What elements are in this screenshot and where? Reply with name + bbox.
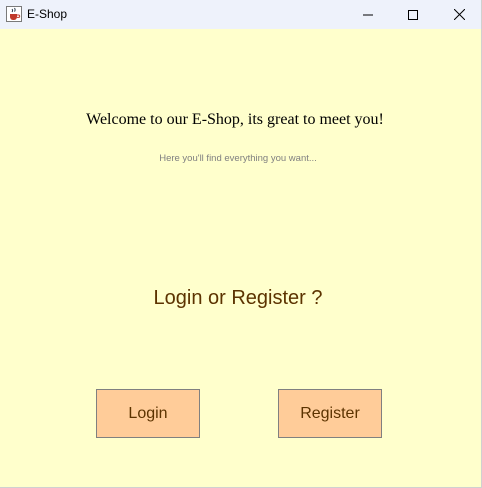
title-bar[interactable]: E-Shop <box>0 0 481 29</box>
main-panel: Welcome to our E-Shop, its great to meet… <box>0 29 481 487</box>
maximize-icon <box>408 9 418 20</box>
register-button[interactable]: Register <box>278 389 382 438</box>
close-button[interactable] <box>436 0 482 29</box>
login-button[interactable]: Login <box>96 389 200 438</box>
welcome-subtitle: Here you'll find everything you want... <box>159 153 317 164</box>
login-button-label: Login <box>128 404 168 422</box>
login-register-prompt: Login or Register ? <box>153 287 323 309</box>
app-window: E-Shop Welcome to our E-Shop, its great … <box>0 0 482 488</box>
register-button-label: Register <box>300 404 360 422</box>
close-icon <box>453 9 465 20</box>
minimize-button[interactable] <box>345 0 391 29</box>
maximize-button[interactable] <box>390 0 436 29</box>
java-cup-icon <box>6 6 22 22</box>
window-title: E-Shop <box>27 7 68 21</box>
welcome-heading: Welcome to our E-Shop, its great to meet… <box>86 111 384 128</box>
minimize-icon <box>363 10 373 20</box>
